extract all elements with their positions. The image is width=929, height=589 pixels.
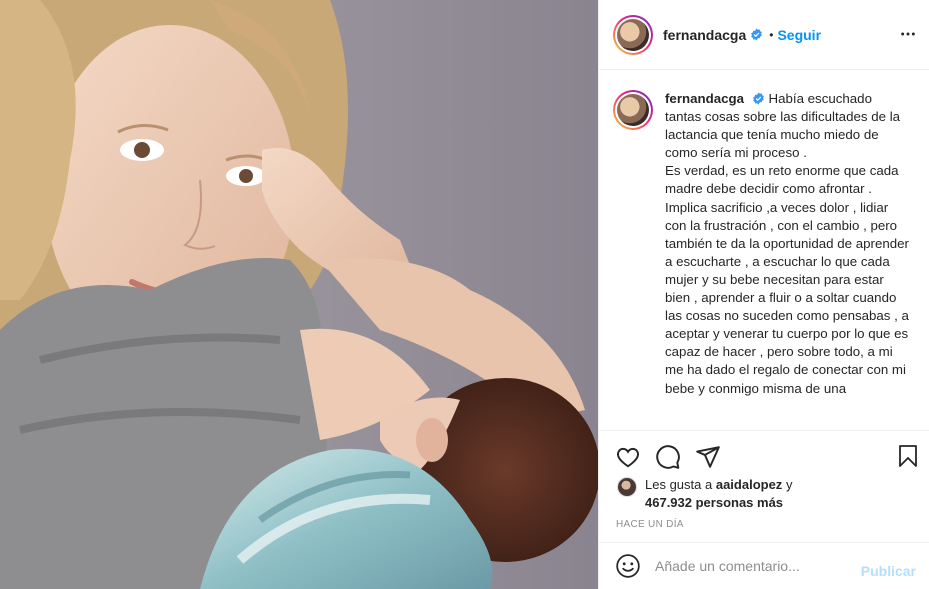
likes-count[interactable]: 467.932 personas más [645,495,783,510]
follow-button[interactable]: Seguir [777,27,821,43]
comment-input[interactable] [655,558,855,574]
likes-prefix: Les gusta a [645,477,713,492]
separator-dot: • [769,27,774,42]
likes-text: Les gusta a aaidalopez y 467.932 persona… [645,476,792,512]
bookmark-icon[interactable] [896,443,920,469]
likes-summary: Les gusta a aaidalopez y 467.932 persona… [617,476,792,512]
post-time[interactable]: HACE UN DÍA [616,519,684,530]
post-caption: fernandacga Había escuchado tantas cosas… [599,70,929,430]
post-side-panel: fernandacga • Seguir fernandacga Había e… [598,0,929,589]
caption-avatar[interactable] [613,90,653,130]
post-photo-illustration [0,0,598,589]
heart-icon[interactable] [615,444,641,470]
post-photo[interactable] [0,0,598,589]
post-header: fernandacga • Seguir [599,0,929,70]
caption-username[interactable]: fernandacga [665,91,744,106]
comment-bar: Publicar [599,542,929,589]
share-icon[interactable] [695,444,721,470]
author-username[interactable]: fernandacga [663,27,746,43]
caption-body: fernandacga Había escuchado tantas cosas… [665,90,910,430]
comment-icon[interactable] [655,444,681,470]
action-bar [599,430,929,482]
emoji-icon[interactable] [615,553,641,579]
more-options-icon[interactable] [900,26,916,42]
caption-text: Había escuchado tantas cosas sobre las d… [665,91,909,396]
verified-badge-icon [751,28,763,41]
verified-badge-icon [752,92,764,105]
likes-connector: y [785,477,793,492]
liker-username[interactable]: aaidalopez [716,477,782,492]
author-avatar[interactable] [613,14,653,55]
liker-avatar[interactable] [617,477,637,497]
publish-button[interactable]: Publicar [861,563,916,579]
